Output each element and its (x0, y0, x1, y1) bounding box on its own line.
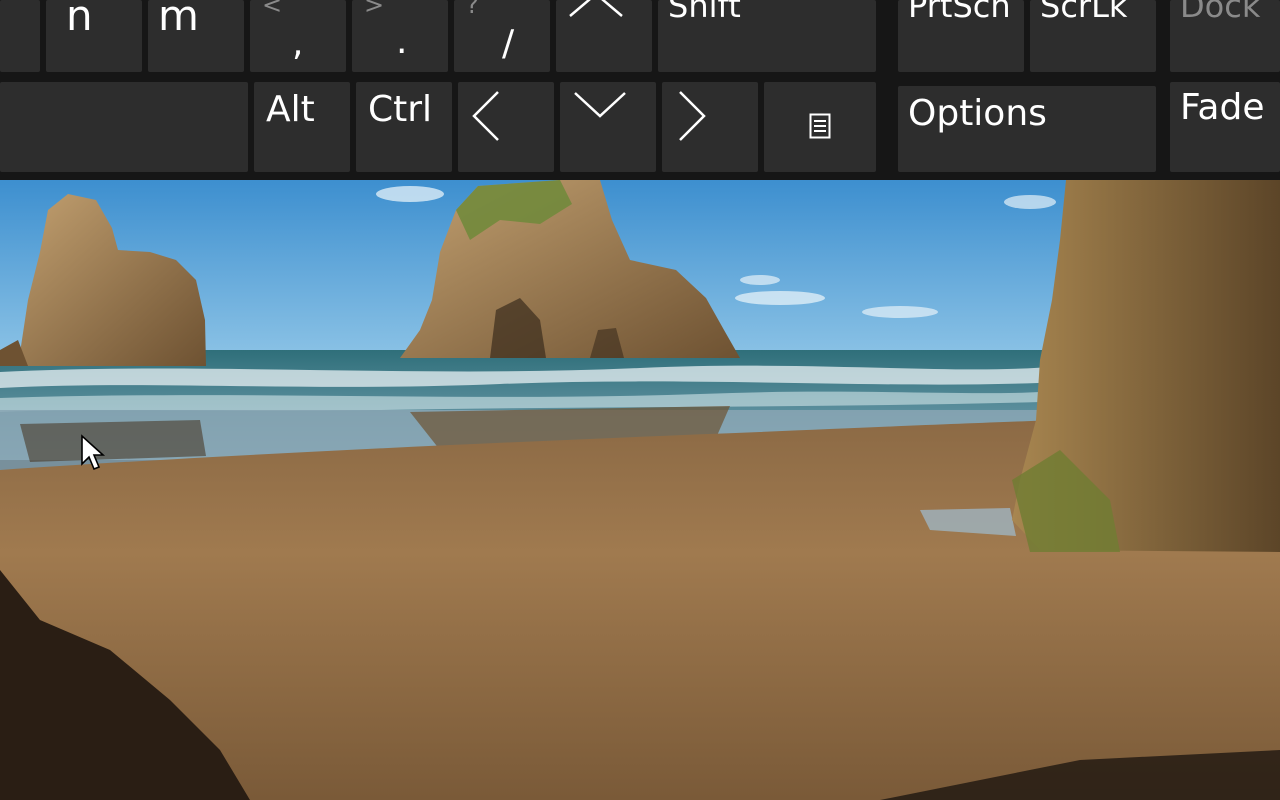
key-shift[interactable]: Shift (658, 0, 876, 72)
key-ctrl-label: Ctrl (368, 89, 433, 130)
key-comma-shift-label: < (262, 0, 283, 19)
beach-scene (0, 180, 1280, 800)
key-arrow-right[interactable] (662, 82, 758, 172)
key-arrow-left[interactable] (458, 82, 554, 172)
desktop-wallpaper (0, 180, 1280, 800)
key-comma[interactable]: < , (250, 0, 346, 72)
chevron-up-icon (569, 0, 623, 17)
key-ctrl[interactable]: Ctrl (356, 82, 452, 172)
key-fade-label: Fade (1180, 87, 1265, 128)
key-left-edge[interactable] (0, 0, 40, 72)
key-alt-label: Alt (266, 89, 315, 130)
key-scrlk-label: ScrLk (1040, 0, 1128, 25)
key-menu[interactable] (764, 82, 876, 172)
chevron-right-icon (679, 91, 706, 141)
key-options[interactable]: Options (898, 86, 1156, 172)
key-period[interactable]: > . (352, 0, 448, 72)
key-arrow-down[interactable] (560, 82, 656, 172)
key-shift-label: Shift (668, 0, 741, 25)
key-slash-label: / (502, 23, 515, 64)
key-space[interactable] (0, 82, 248, 172)
key-m[interactable]: m (148, 0, 244, 72)
key-dock[interactable]: Dock (1170, 0, 1280, 72)
key-prtscn[interactable]: PrtScn (898, 0, 1024, 72)
key-alt[interactable]: Alt (254, 82, 350, 172)
key-fade[interactable]: Fade (1170, 82, 1280, 172)
key-options-label: Options (908, 93, 1047, 134)
chevron-left-icon (472, 91, 499, 141)
key-period-shift-label: > (364, 0, 385, 19)
on-screen-keyboard: n m < , > . ? / Shift PrtScn ScrLk Dock … (0, 0, 1280, 180)
key-n[interactable]: n (46, 0, 142, 72)
key-slash-shift-label: ? (466, 0, 479, 19)
key-slash[interactable]: ? / (454, 0, 550, 72)
key-period-label: . (396, 21, 408, 62)
chevron-down-icon (574, 92, 626, 118)
context-menu-icon (809, 113, 831, 139)
key-comma-label: , (292, 23, 304, 64)
mouse-cursor-icon (81, 434, 106, 471)
key-m-label: m (158, 0, 199, 40)
key-arrow-up[interactable] (556, 0, 652, 72)
key-n-label: n (66, 0, 93, 40)
key-scrlk[interactable]: ScrLk (1030, 0, 1156, 72)
key-prtscn-label: PrtScn (908, 0, 1011, 25)
key-dock-label: Dock (1180, 0, 1261, 25)
